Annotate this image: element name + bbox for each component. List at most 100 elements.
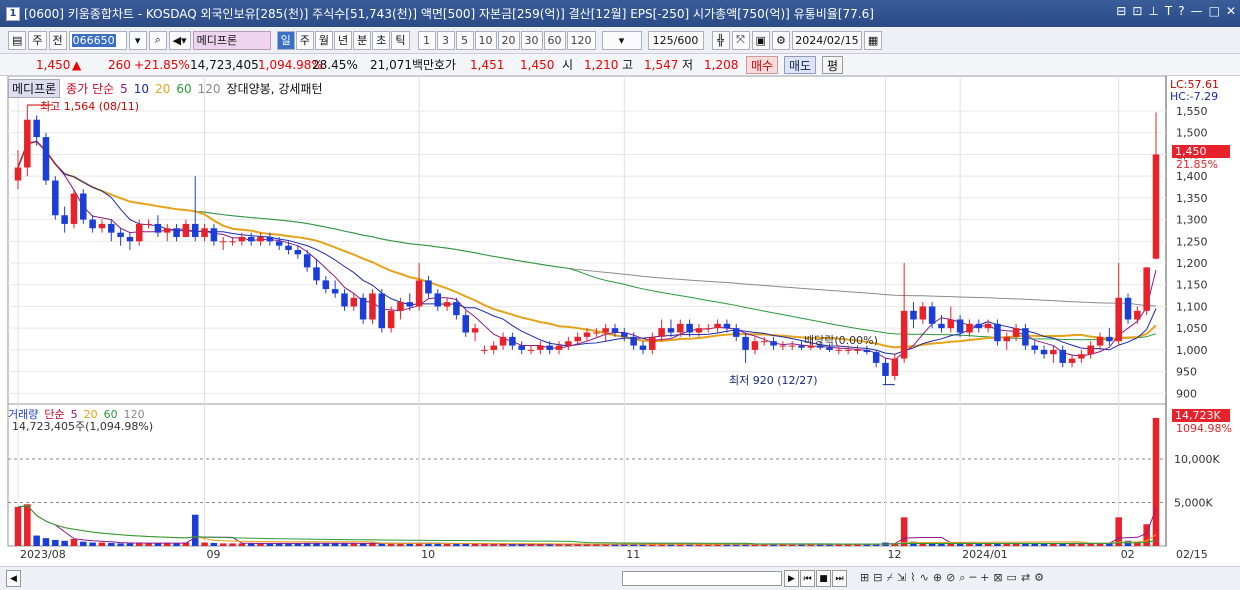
period-tab-4[interactable]: 분 (353, 30, 372, 50)
drawing-tool-icon-4[interactable]: ⌇ (910, 571, 915, 585)
scroll-thumb[interactable] (622, 571, 782, 586)
window-button-2[interactable]: ⊥ (1148, 4, 1158, 18)
candle-body (70, 193, 78, 224)
chart-area[interactable]: 1,550 1,500 1,450 1,400 1,350 1,300 1,250 1,200… (0, 75, 1240, 566)
interval-button-1[interactable]: 1 (417, 30, 436, 50)
candle-body (471, 328, 479, 333)
candle-body (704, 328, 712, 330)
eval-button[interactable]: 평 (822, 56, 844, 74)
drawing-tool-icon-14[interactable]: ⚙ (1034, 571, 1044, 585)
sell-button[interactable]: 매도 (784, 56, 817, 74)
drawing-tool-icon-5[interactable]: ∿ (920, 571, 929, 585)
candle-body (219, 241, 227, 243)
drawing-tool-icon-10[interactable]: + (980, 571, 989, 585)
interval-button-5[interactable]: 5 (455, 30, 474, 50)
layout-icon[interactable]: ▤ (8, 30, 27, 50)
count-field[interactable]: 125/600 (647, 30, 704, 50)
scroll-right-button[interactable]: ▶ (784, 570, 799, 587)
speaker-icon[interactable]: ◀▾ (168, 30, 191, 50)
date-field[interactable]: 2024/02/15 (791, 30, 862, 50)
drawing-tool-icon-11[interactable]: ⊠ (993, 571, 1002, 585)
candle-body (61, 215, 68, 224)
stock-code-input[interactable]: 066650 (68, 30, 127, 50)
period-tab-3[interactable]: 년 (334, 30, 353, 50)
volume-bar (98, 542, 106, 546)
calendar-icon[interactable]: ▦ (863, 30, 883, 50)
horizontal-scrollbar[interactable]: ◀ ▶ ⏮ ■ ⏭ ⊞ ⊟ ⌿ ⇲ ⌇ ∿ ⊕ ⊘ ⌕ ─ + ⊠ ▭ ⇄ ⚙ (0, 566, 1240, 590)
interval-button-30[interactable]: 30 (520, 30, 543, 50)
change-value: 260 (108, 57, 131, 72)
interval-button-20[interactable]: 20 (497, 30, 520, 50)
price-bar: 1,450 ▲ 260 +21.85% 14,723,405 1,094.98%… (0, 54, 1240, 76)
candle-body (872, 352, 880, 363)
candle-body (732, 328, 740, 337)
drawing-tool-icon-13[interactable]: ⇄ (1021, 571, 1030, 585)
buy-button[interactable]: 매수 (746, 56, 779, 74)
period-tab-1[interactable]: 주 (295, 30, 314, 50)
drawing-tool-icon-7[interactable]: ⊘ (946, 571, 955, 585)
drawing-tool-icon-12[interactable]: ▭ (1007, 571, 1017, 585)
interval-dropdown[interactable]: ▾ (601, 30, 642, 50)
rewind-button[interactable]: ⏮ (800, 570, 815, 587)
interval-button-3[interactable]: 3 (436, 30, 455, 50)
drawing-tool-icon-1[interactable]: ⊟ (873, 571, 882, 585)
window-button-7[interactable]: ✕ (1226, 4, 1236, 18)
scroll-left-button[interactable]: ◀ (6, 570, 21, 587)
bid1-value: 1,451 (470, 57, 505, 72)
chevron-down-icon[interactable]: ▾ (128, 30, 147, 50)
gear-icon[interactable]: ⚙ (771, 30, 790, 50)
save-icon[interactable]: ▣ (751, 30, 770, 50)
candle-body (369, 293, 376, 320)
window-button-4[interactable]: ? (1178, 4, 1184, 18)
drawing-tool-icon-2[interactable]: ⌿ (886, 571, 893, 585)
candle-body (611, 328, 619, 333)
candle-body (565, 341, 572, 346)
drawing-tool-icon-9[interactable]: ─ (969, 571, 976, 585)
candle-body (649, 336, 656, 350)
drawing-tool-icon-3[interactable]: ⇲ (897, 571, 906, 585)
candle-body (378, 293, 386, 329)
period-tab-6[interactable]: 틱 (391, 30, 410, 50)
candle-body (33, 119, 40, 138)
interval-button-10[interactable]: 10 (474, 30, 497, 50)
candle-body (322, 280, 330, 290)
y-tick-label: 1,250 (1176, 235, 1208, 248)
period-tab-2[interactable]: 월 (314, 30, 334, 50)
current-price: 1,450 (36, 57, 71, 72)
drawing-tool-icon-8[interactable]: ⌕ (959, 571, 965, 585)
high-label: 고 (622, 58, 634, 72)
volume-bar (33, 535, 40, 546)
stop-button[interactable]: ■ (816, 570, 831, 587)
volume-bar (145, 543, 152, 546)
volume-bar (331, 543, 339, 546)
candle-body (1003, 336, 1011, 342)
drawing-tool-icon-6[interactable]: ⊕ (933, 571, 942, 585)
type-jus-select[interactable]: 주 (28, 30, 47, 50)
candle-body (108, 223, 115, 233)
volume-bar (52, 539, 59, 546)
candle-body (844, 349, 852, 351)
ma120-line (17, 140, 1157, 307)
window-button-1[interactable]: ⊡ (1132, 4, 1142, 18)
interval-button-120[interactable]: 120 (566, 30, 596, 50)
window-button-3[interactable]: T (1165, 4, 1172, 18)
crosshair-icon[interactable]: ╬ (711, 30, 730, 50)
jeon-select[interactable]: 전 (48, 30, 67, 50)
zoom-icon[interactable]: ⤧ (731, 30, 750, 50)
drawing-tool-icon-0[interactable]: ⊞ (860, 571, 869, 585)
candle-body (1115, 297, 1122, 342)
interval-button-60[interactable]: 60 (543, 30, 566, 50)
forward-button[interactable]: ⏭ (832, 570, 847, 587)
period-tab-5[interactable]: 초 (372, 30, 391, 50)
candle-body (313, 267, 320, 281)
window-button-5[interactable]: — (1191, 4, 1203, 18)
candle-body (210, 228, 218, 242)
stock-name-field[interactable]: 메디프론 (192, 30, 271, 50)
window-button-0[interactable]: ⊟ (1116, 4, 1126, 18)
candle-body (182, 223, 190, 237)
window-button-6[interactable]: □ (1209, 4, 1220, 18)
search-icon[interactable]: ⌕ (148, 30, 167, 50)
period-tab-0[interactable]: 일 (276, 30, 295, 50)
volume-bar (108, 542, 115, 546)
candle-body (788, 345, 796, 347)
